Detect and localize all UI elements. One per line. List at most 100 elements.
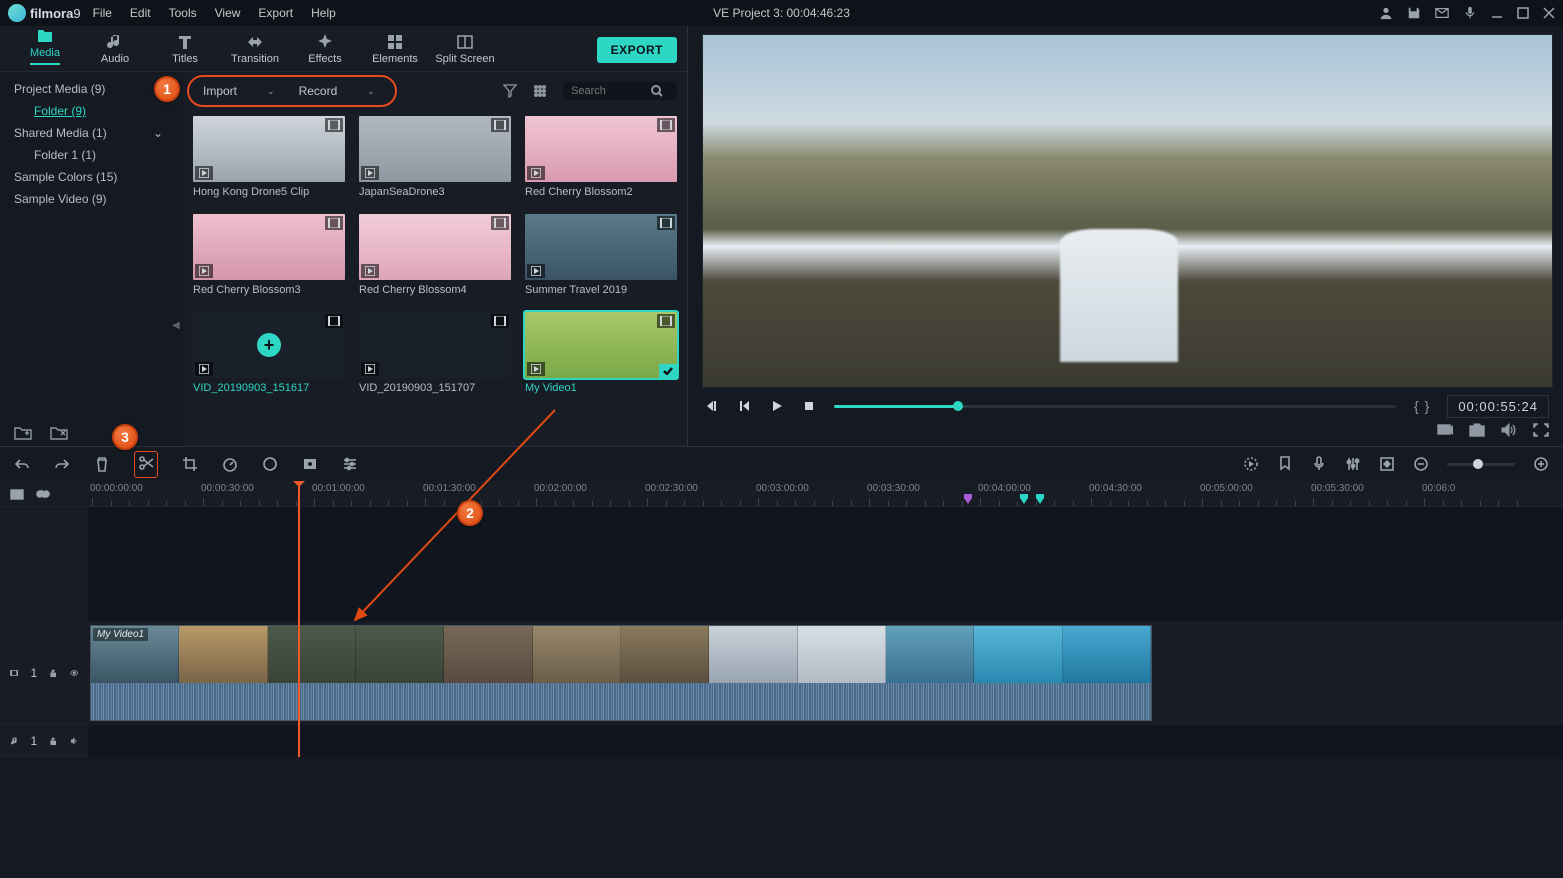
audio-track[interactable] [88,725,1563,757]
step-back-icon[interactable] [706,399,720,413]
menu-view[interactable]: View [215,6,241,20]
speaker-icon[interactable] [70,734,78,748]
menu-bar: File Edit Tools View Export Help [93,6,336,20]
ruler-label: 00:06:0 [1422,483,1455,494]
add-to-timeline-icon[interactable]: + [257,333,281,357]
playback-progress[interactable] [834,405,1396,408]
marker-icon[interactable] [1277,456,1293,472]
sidebar-collapse-icon[interactable]: ◀ [172,320,180,331]
grid-view-icon[interactable] [533,84,547,98]
preview-viewport[interactable] [702,34,1553,388]
zoom-in-icon[interactable] [1533,456,1549,472]
record-button[interactable]: Record⌄ [287,80,387,102]
tab-media[interactable]: Media [10,27,80,71]
play-icon[interactable] [770,399,784,413]
search-input[interactable] [571,85,651,97]
tab-titles[interactable]: Titles [150,33,220,71]
progress-knob[interactable] [953,401,963,411]
tab-transition[interactable]: Transition [220,33,290,71]
marker-cyan[interactable] [1036,494,1044,504]
menu-file[interactable]: File [93,6,112,20]
crop-icon[interactable] [182,456,198,472]
search-icon[interactable] [651,85,663,97]
user-icon[interactable] [1379,6,1393,20]
chevron-down-icon[interactable]: ⌄ [367,86,375,97]
ruler-label: 00:03:30:00 [867,483,920,494]
media-thumb[interactable]: Red Cherry Blossom2 [525,116,677,198]
window-minimize-icon[interactable] [1491,7,1503,19]
voiceover-icon[interactable] [1311,456,1327,472]
media-thumb[interactable]: JapanSeaDrone3 [359,116,511,198]
audio-mixer-icon[interactable] [1345,456,1361,472]
tracks-area[interactable]: 00:00:00:0000:00:30:0000:01:00:0000:01:3… [88,481,1563,757]
sidebar-sample-colors[interactable]: Sample Colors (15) [0,166,183,188]
snapshot-icon[interactable] [1469,423,1485,437]
sidebar-folder[interactable]: Folder (9) [0,100,183,122]
thumb-label: JapanSeaDrone3 [359,186,511,198]
filmstrip-icon [491,314,509,328]
marker-cyan[interactable] [1020,494,1028,504]
tab-elements[interactable]: Elements [360,33,430,71]
chevron-down-icon[interactable]: ⌄ [267,86,275,97]
timeline-clip[interactable]: My Video1 [90,625,1152,721]
media-thumb[interactable]: My Video1 [525,312,677,394]
media-thumb[interactable]: Red Cherry Blossom4 [359,214,511,296]
mail-icon[interactable] [1435,6,1449,20]
menu-tools[interactable]: Tools [169,6,197,20]
media-thumb[interactable]: VID_20190903_151707 [359,312,511,394]
search-box[interactable] [563,82,677,100]
green-screen-icon[interactable] [302,456,318,472]
prev-frame-icon[interactable] [738,399,752,413]
menu-edit[interactable]: Edit [130,6,151,20]
lock-icon[interactable] [49,666,57,680]
chevron-down-icon[interactable]: ⌄ [153,126,163,140]
lock-icon[interactable] [49,734,57,748]
tab-audio[interactable]: Audio [80,33,150,71]
eye-icon[interactable] [70,666,78,680]
fullscreen-icon[interactable] [1533,423,1549,437]
media-thumb[interactable]: +VID_20190903_151617 [193,312,345,394]
export-button[interactable]: EXPORT [597,37,677,63]
undo-icon[interactable] [14,456,30,472]
delete-folder-icon[interactable] [50,426,68,440]
media-thumb[interactable]: Red Cherry Blossom3 [193,214,345,296]
window-close-icon[interactable] [1543,7,1555,19]
link-icon[interactable] [36,487,50,501]
mic-icon[interactable] [1463,6,1477,20]
zoom-knob[interactable] [1473,459,1483,469]
playhead[interactable] [298,481,300,757]
in-out-brackets[interactable]: {} [1414,398,1429,414]
marker-purple[interactable] [964,494,972,504]
sidebar-folder-1[interactable]: Folder 1 (1) [0,144,183,166]
filter-icon[interactable] [503,84,517,98]
save-icon[interactable] [1407,6,1421,20]
keyframe-icon[interactable] [1379,456,1395,472]
sidebar-sample-video[interactable]: Sample Video (9) [0,188,183,210]
window-maximize-icon[interactable] [1517,7,1529,19]
tab-effects[interactable]: Effects [290,33,360,71]
render-icon[interactable] [1243,456,1259,472]
menu-export[interactable]: Export [258,6,293,20]
add-folder-icon[interactable] [14,426,32,440]
stop-icon[interactable] [802,399,816,413]
sidebar-shared-media[interactable]: Shared Media (1)⌄ [0,122,183,144]
volume-icon[interactable] [1501,423,1517,437]
media-thumb[interactable]: Summer Travel 2019 [525,214,677,296]
redo-icon[interactable] [54,456,70,472]
zoom-slider[interactable] [1447,463,1515,466]
import-record-group: Import⌄ Record⌄ [187,75,397,107]
zoom-out-icon[interactable] [1413,456,1429,472]
delete-icon[interactable] [94,456,110,472]
speed-icon[interactable] [222,456,238,472]
media-thumb[interactable]: Hong Kong Drone5 Clip [193,116,345,198]
timeline-ruler[interactable]: 00:00:00:0000:00:30:0000:01:00:0000:01:3… [88,481,1563,507]
quality-icon[interactable] [1437,423,1453,437]
menu-help[interactable]: Help [311,6,336,20]
video-track[interactable]: My Video1 [88,621,1563,725]
tab-split-screen[interactable]: Split Screen [430,33,500,71]
color-icon[interactable] [262,456,278,472]
split-scissors-icon[interactable] [134,451,158,478]
add-track-icon[interactable] [10,487,24,501]
import-button[interactable]: Import⌄ [191,80,287,102]
annotation-3: 3 [112,424,138,450]
